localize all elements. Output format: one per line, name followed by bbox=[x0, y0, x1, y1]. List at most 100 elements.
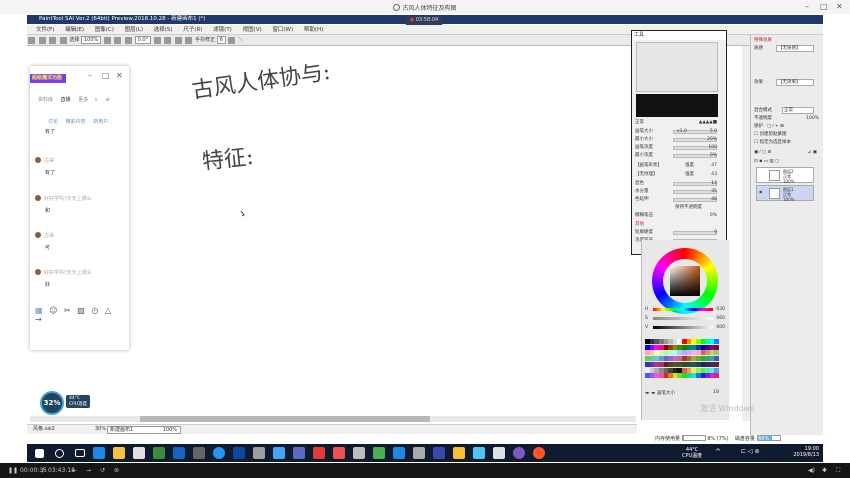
invert-selection-icon[interactable] bbox=[59, 37, 67, 44]
color-swatch[interactable] bbox=[714, 339, 719, 344]
maximize-icon[interactable]: □ bbox=[820, 2, 828, 11]
brush-shape-row[interactable]: 【画笔形状】 强度 47 bbox=[635, 162, 719, 170]
edge-hardness-row[interactable]: 轮廓硬度 9 bbox=[635, 229, 719, 237]
app-icon-8[interactable] bbox=[273, 447, 285, 459]
app-icon-10[interactable] bbox=[313, 447, 325, 459]
rotate-right-icon[interactable] bbox=[164, 37, 172, 44]
merge-icon[interactable]: ⊿ ▣ bbox=[808, 149, 817, 157]
app-icon-11[interactable] bbox=[333, 447, 345, 459]
clip-mask-row[interactable]: ☐ 创建剪贴蒙版 bbox=[754, 131, 821, 139]
menu-view[interactable]: 视图(V) bbox=[243, 27, 262, 33]
color-swatch[interactable] bbox=[714, 350, 719, 356]
settings-icon[interactable]: ✱ bbox=[822, 463, 827, 478]
explorer-icon[interactable] bbox=[113, 447, 125, 459]
water-row[interactable]: 水分量 35 bbox=[635, 188, 719, 196]
minimize-icon[interactable]: – bbox=[805, 2, 809, 11]
hue-row[interactable]: H 030 bbox=[645, 306, 727, 314]
zoom-field[interactable]: 100% bbox=[80, 36, 102, 44]
color-stretch-row[interactable]: 色延伸 48 bbox=[635, 196, 719, 204]
saturation-row[interactable]: S 060 bbox=[645, 315, 727, 323]
layer-item[interactable]: 图层2 正常 100% bbox=[756, 167, 814, 184]
swatch-grid[interactable] bbox=[645, 339, 719, 379]
bell-icon[interactable]: △ bbox=[105, 306, 111, 315]
speed-icon[interactable]: ⊚ bbox=[114, 463, 119, 478]
new-layer-icon[interactable]: ▣ ⁄ ▢ ⊟ bbox=[754, 150, 771, 155]
canvas-vertical-scrollbar[interactable] bbox=[742, 46, 750, 421]
menu-layer[interactable]: 图层(L) bbox=[125, 27, 143, 33]
layer-texture-select[interactable]: 【无质感】 bbox=[776, 45, 814, 52]
edge-icon[interactable] bbox=[93, 447, 105, 459]
swatch-arrows-icon[interactable]: ◂▸ ◂▸ bbox=[645, 391, 655, 396]
app-icon-15[interactable] bbox=[413, 447, 425, 459]
rewind-icon[interactable]: ↺ bbox=[100, 463, 105, 478]
gift-icon[interactable]: ▦ bbox=[35, 306, 43, 315]
pause-icon[interactable]: ❚❚ bbox=[8, 463, 18, 478]
chat-subtab-highlights[interactable]: 精彩内容 bbox=[66, 119, 86, 125]
fullscreen-icon[interactable]: ⛶ bbox=[836, 463, 840, 478]
layer-item[interactable]: ◉ 图层1 正常 100% bbox=[756, 185, 814, 202]
app-icon-12[interactable] bbox=[353, 447, 365, 459]
app-icon-3[interactable] bbox=[173, 447, 185, 459]
lock-icon[interactable]: ▢ ⁄ + ⊞ bbox=[767, 124, 784, 129]
canvas-tab-1[interactable]: 风格.sai2 30% bbox=[31, 426, 106, 434]
zoom-in-icon[interactable] bbox=[114, 37, 122, 44]
app-icon-13[interactable] bbox=[373, 447, 385, 459]
min-density-row[interactable]: 最小浓度 0% bbox=[635, 152, 719, 160]
menu-ruler[interactable]: 尺子(R) bbox=[183, 27, 202, 33]
opacity-row[interactable]: 不透明度 100% bbox=[754, 115, 821, 123]
chat-minimize-icon[interactable]: – bbox=[88, 71, 92, 80]
color-swatch[interactable] bbox=[714, 367, 719, 373]
blend-mode-select[interactable]: 正常 bbox=[782, 107, 814, 114]
rotate-reset-icon[interactable] bbox=[174, 37, 182, 44]
chevron-down-icon[interactable]: ∨ bbox=[94, 97, 98, 103]
deselect-icon[interactable] bbox=[49, 37, 57, 44]
scissors-icon[interactable]: ✂ bbox=[64, 306, 71, 315]
search-icon[interactable] bbox=[55, 449, 64, 458]
color-swatch[interactable] bbox=[714, 344, 719, 350]
app-icon-1[interactable] bbox=[133, 447, 145, 459]
app-icon-19[interactable] bbox=[493, 447, 505, 459]
windows-start-icon[interactable] bbox=[35, 449, 44, 458]
canvas-horizontal-scrollbar[interactable] bbox=[30, 416, 636, 422]
blend-row[interactable]: 混色 14 bbox=[635, 180, 719, 188]
menu-file[interactable]: 文件(F) bbox=[36, 27, 54, 33]
app-icon-7[interactable] bbox=[253, 447, 265, 459]
color-swatch[interactable] bbox=[714, 373, 719, 379]
edge-hardness-slider[interactable] bbox=[673, 231, 717, 235]
task-view-icon[interactable] bbox=[75, 449, 85, 457]
app-icon-14[interactable] bbox=[393, 447, 405, 459]
forward-icon[interactable]: → bbox=[86, 463, 91, 478]
blend-mode-row[interactable]: 混合模式 正常 bbox=[754, 107, 821, 115]
chat-tab-more[interactable]: 更多 bbox=[78, 97, 88, 103]
min-size-row[interactable]: 最小大小 20% bbox=[635, 136, 719, 144]
redo-icon[interactable] bbox=[38, 37, 46, 44]
app-icon-2[interactable] bbox=[153, 447, 165, 459]
zoom-out-icon[interactable] bbox=[103, 37, 111, 44]
layer-effect-select[interactable]: 【无效果】 bbox=[776, 79, 814, 86]
value-row[interactable]: V 000 bbox=[645, 324, 727, 332]
chat-close-icon[interactable]: ✕ bbox=[116, 71, 123, 80]
color-saturation-square[interactable] bbox=[670, 266, 700, 296]
app-icon-5[interactable] bbox=[213, 447, 225, 459]
image-icon[interactable]: ▨ bbox=[77, 306, 85, 315]
app-icon-20[interactable] bbox=[513, 447, 525, 459]
menu-image[interactable]: 图像(C) bbox=[95, 27, 114, 33]
flip-icon[interactable] bbox=[185, 37, 193, 44]
tray-chevron-icon[interactable]: ^ bbox=[715, 448, 721, 456]
stabilizer-dropdown-icon[interactable] bbox=[228, 37, 236, 44]
chat-tab-live[interactable]: 直播 bbox=[61, 97, 71, 103]
blur-pressure-row[interactable]: 模糊笔压 0% bbox=[635, 212, 719, 220]
undo-icon[interactable] bbox=[28, 37, 35, 44]
chat-subtab-new-users[interactable]: 新用户 bbox=[93, 119, 108, 125]
menu-edit[interactable]: 编辑(E) bbox=[65, 27, 84, 33]
emoji-icon[interactable]: ☺ bbox=[49, 306, 57, 315]
app-icon-18[interactable] bbox=[473, 447, 485, 459]
effect-select-row[interactable]: 效果 【无效果】 bbox=[754, 79, 821, 87]
menu-help[interactable]: 帮助(H) bbox=[304, 27, 323, 33]
brush-tips-icon[interactable]: ▲▲▲▲■ bbox=[699, 119, 717, 127]
texture-row[interactable]: 【无纹理】 强度 43 bbox=[635, 171, 719, 179]
brush-size-row[interactable]: 画笔大小 x1.0 5.0 bbox=[635, 128, 719, 136]
color-swatch[interactable] bbox=[714, 356, 719, 362]
eye-icon[interactable]: ◉ bbox=[759, 189, 763, 194]
app-icon-16[interactable] bbox=[433, 447, 445, 459]
